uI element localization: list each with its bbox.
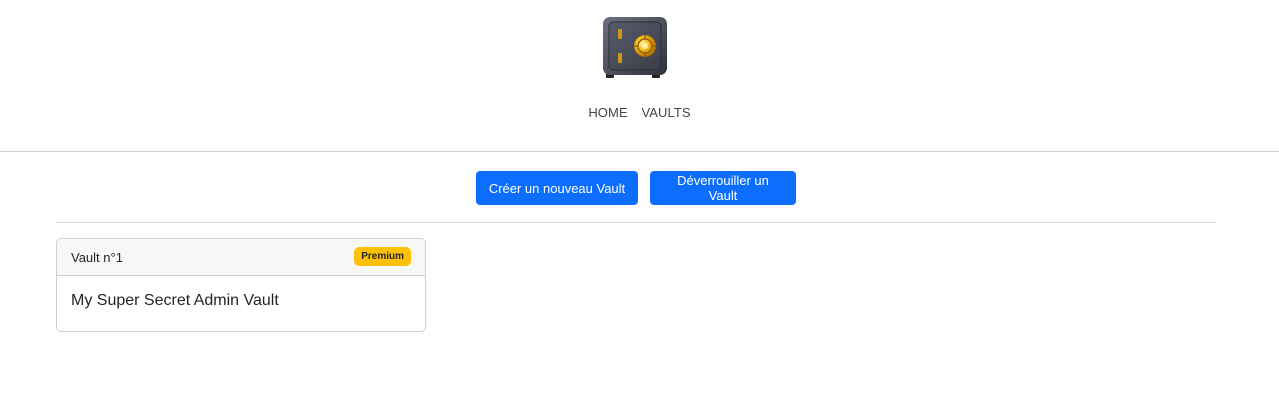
vault-card[interactable]: Vault n°1 Premium My Super Secret Admin … bbox=[56, 238, 426, 332]
site-header: HOME VAULTS bbox=[0, 0, 1279, 152]
nav-home-link[interactable]: HOME bbox=[588, 105, 627, 120]
vault-card-header: Vault n°1 Premium bbox=[57, 239, 425, 276]
main-nav: HOME VAULTS bbox=[0, 105, 1279, 120]
content-divider bbox=[56, 222, 1216, 223]
premium-badge: Premium bbox=[354, 247, 411, 266]
nav-vaults-link[interactable]: VAULTS bbox=[641, 105, 690, 120]
create-vault-button[interactable]: Créer un nouveau Vault bbox=[476, 171, 638, 205]
vault-name: My Super Secret Admin Vault bbox=[71, 292, 279, 309]
unlock-vault-button[interactable]: Déverrouiller un Vault bbox=[650, 171, 796, 205]
vault-number: Vault n°1 bbox=[71, 250, 123, 265]
actions-bar: Créer un nouveau Vault Déverrouiller un … bbox=[0, 152, 1279, 222]
safe-icon bbox=[601, 15, 669, 79]
